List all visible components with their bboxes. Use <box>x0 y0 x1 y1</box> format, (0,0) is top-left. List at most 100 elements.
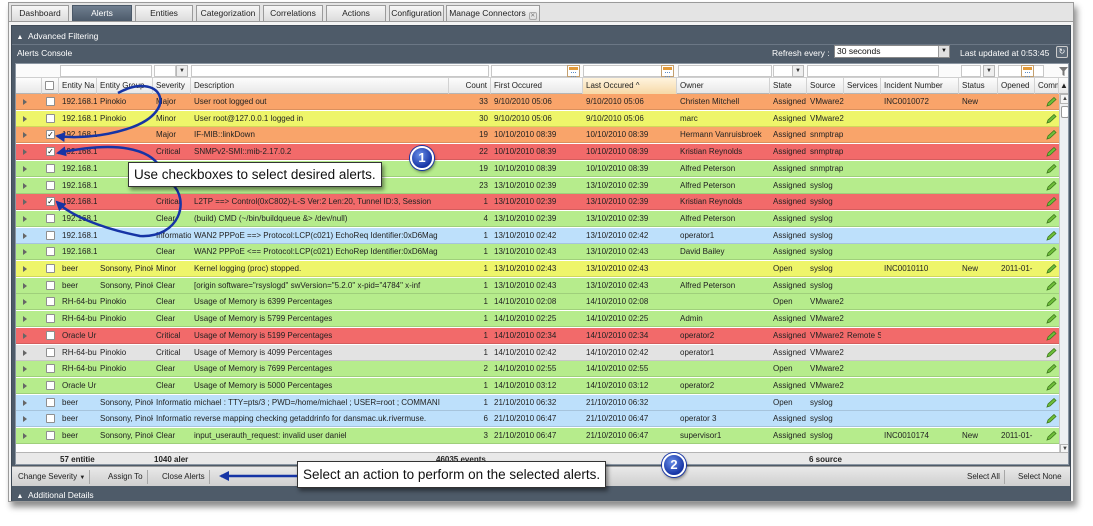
expand-row-icon[interactable] <box>23 282 27 289</box>
edit-pencil-icon[interactable] <box>1045 180 1057 191</box>
table-row[interactable]: 192.168.1 West Coast NO InformatioWAN2 PP… <box>16 227 1059 244</box>
table-row[interactable]: beer Sonsony, Pinok Clear [origin software=… <box>16 277 1059 294</box>
status-filter-dropdown-icon[interactable]: ▼ <box>983 65 995 77</box>
tab-manage-connectors[interactable]: Manage Connectors ✕ <box>446 5 540 21</box>
row-select-checkbox[interactable] <box>46 330 55 340</box>
expand-row-icon[interactable] <box>23 266 27 272</box>
chevron-down-icon[interactable]: ▼ <box>938 46 949 57</box>
table-row[interactable]: ✓ 192.168.1 Major IF-MIB::linkDown 19 10/10/2… <box>16 127 1059 144</box>
row-select-checkbox[interactable] <box>46 297 55 307</box>
expand-row-icon[interactable] <box>23 316 27 323</box>
tab-correlations[interactable]: Correlations <box>263 5 323 21</box>
filter-owner[interactable] <box>773 65 793 77</box>
calendar-icon[interactable] <box>567 65 580 77</box>
additional-details-bar[interactable]: ▲ Additional Details <box>12 487 1070 501</box>
header-services[interactable]: Services <box>844 78 881 94</box>
table-row[interactable]: beer Sonsony, Pinok Minor Kernel logging (p… <box>16 261 1059 277</box>
expand-row-icon[interactable] <box>23 416 27 423</box>
close-tab-icon[interactable]: ✕ <box>528 12 537 20</box>
header-state[interactable]: State <box>770 78 807 94</box>
edit-pencil-icon[interactable] <box>1045 380 1057 391</box>
expand-row-icon[interactable] <box>23 149 27 156</box>
edit-pencil-icon[interactable] <box>1045 247 1057 257</box>
row-select-checkbox[interactable]: ✓ <box>46 197 55 207</box>
header-select-checkbox[interactable] <box>42 78 59 94</box>
row-select-checkbox[interactable] <box>46 213 55 223</box>
table-row[interactable]: ✓ 192.168.1 Critical SNMPv2-SMI::mib-2.17.0… <box>16 144 1059 161</box>
table-row[interactable]: RH-64-bu Pinokio Clear Usage of Memory is 6… <box>16 294 1059 311</box>
select-all-checkbox[interactable] <box>45 81 54 90</box>
row-select-checkbox[interactable] <box>46 414 55 424</box>
edit-pencil-icon[interactable] <box>1045 147 1057 157</box>
edit-pencil-icon[interactable] <box>1045 264 1057 274</box>
collapse-up-icon[interactable]: ▲ <box>16 31 24 45</box>
select-none-button[interactable]: Select None <box>1014 470 1066 484</box>
header-first-occured[interactable]: First Occured <box>491 78 583 94</box>
edit-pencil-icon[interactable] <box>1045 197 1057 207</box>
funnel-icon[interactable] <box>1058 66 1069 77</box>
expand-row-icon[interactable] <box>23 249 27 256</box>
filter-status[interactable] <box>961 65 981 77</box>
expand-row-icon[interactable] <box>23 382 27 389</box>
row-select-checkbox[interactable] <box>46 163 55 173</box>
edit-pencil-icon[interactable] <box>1045 431 1057 441</box>
expand-row-icon[interactable] <box>23 366 27 373</box>
expand-row-icon[interactable] <box>23 115 27 122</box>
row-select-checkbox[interactable] <box>46 364 55 374</box>
row-select-checkbox[interactable]: ✓ <box>46 130 55 140</box>
edit-pencil-icon[interactable] <box>1045 414 1057 424</box>
tab-entities[interactable]: Entities <box>135 5 193 21</box>
edit-pencil-icon[interactable] <box>1045 130 1057 141</box>
edit-pencil-icon[interactable] <box>1045 163 1057 174</box>
edit-pencil-icon[interactable] <box>1045 330 1057 341</box>
row-select-checkbox[interactable]: ✓ <box>46 147 55 157</box>
column-menu-icon[interactable]: ▲ <box>1059 78 1068 94</box>
table-row[interactable]: Oracle Ur Critical Usage of Memory is 5199… <box>16 327 1059 344</box>
refresh-icon[interactable]: ↻ <box>1056 46 1068 58</box>
severity-filter-dropdown-icon[interactable]: ▼ <box>176 65 188 77</box>
expand-row-icon[interactable] <box>23 182 27 189</box>
edit-pencil-icon[interactable] <box>1045 314 1057 324</box>
header-severity[interactable]: Severity <box>153 78 191 94</box>
header-source[interactable]: Source <box>807 78 844 94</box>
table-row[interactable]: ✓ 192.168.1 West Coast NO Critical L2TP ==>… <box>16 194 1059 211</box>
header-last-occured[interactable]: Last Occured ^ <box>583 78 677 94</box>
row-select-checkbox[interactable] <box>46 113 55 123</box>
expand-row-icon[interactable] <box>23 399 27 406</box>
row-select-checkbox[interactable] <box>46 180 55 190</box>
calendar-icon[interactable] <box>1021 65 1034 77</box>
tab-actions[interactable]: Actions <box>326 5 386 21</box>
expand-row-icon[interactable] <box>23 232 27 239</box>
table-row[interactable]: 192.168.1 West Coast NO Clear WAN2 PPPoE <… <box>16 244 1059 261</box>
expand-row-icon[interactable] <box>23 199 27 206</box>
expand-row-icon[interactable] <box>23 165 27 172</box>
row-select-checkbox[interactable] <box>46 380 55 390</box>
row-select-checkbox[interactable] <box>46 97 55 106</box>
tab-configuration[interactable]: Configuration <box>389 5 444 21</box>
table-row[interactable]: beer Sonsony, Pinok Clear input_userauth_re… <box>16 428 1059 444</box>
change-severity-button[interactable]: Change Severity ▼ <box>14 470 91 484</box>
header-count[interactable]: Count <box>449 78 491 94</box>
header-opened[interactable]: Opened <box>998 78 1035 94</box>
table-row[interactable]: beer Sonsony, Pinok Informatio michael : TT… <box>16 394 1059 411</box>
advanced-filtering-bar[interactable]: ▲ Advanced Filtering <box>12 29 1070 43</box>
tab-alerts[interactable]: Alerts <box>72 5 132 21</box>
filter-source[interactable] <box>807 65 939 77</box>
row-select-checkbox[interactable] <box>46 397 55 407</box>
expand-row-icon[interactable] <box>23 99 27 105</box>
scroll-up-icon[interactable]: ▲ <box>1060 94 1068 104</box>
edit-pencil-icon[interactable] <box>1045 297 1057 308</box>
refresh-interval-select[interactable]: 30 seconds ▼ <box>834 45 950 58</box>
row-select-checkbox[interactable] <box>46 280 55 290</box>
filter-last-occurred[interactable] <box>678 65 772 77</box>
table-row[interactable]: 192.168.1 Pinokio Minor User root@127.0.0.1… <box>16 110 1059 127</box>
header-incident-number[interactable]: Incident Number <box>881 78 959 94</box>
row-select-checkbox[interactable] <box>46 264 55 273</box>
tab-categorization[interactable]: Categorization <box>196 5 260 21</box>
filter-count[interactable] <box>491 65 571 77</box>
filter-description[interactable] <box>191 65 489 77</box>
header-entity-name[interactable]: Entity Na <box>59 78 97 94</box>
filter-first-occurred[interactable] <box>583 65 663 77</box>
row-select-checkbox[interactable] <box>46 314 55 324</box>
calendar-icon[interactable] <box>661 65 674 77</box>
